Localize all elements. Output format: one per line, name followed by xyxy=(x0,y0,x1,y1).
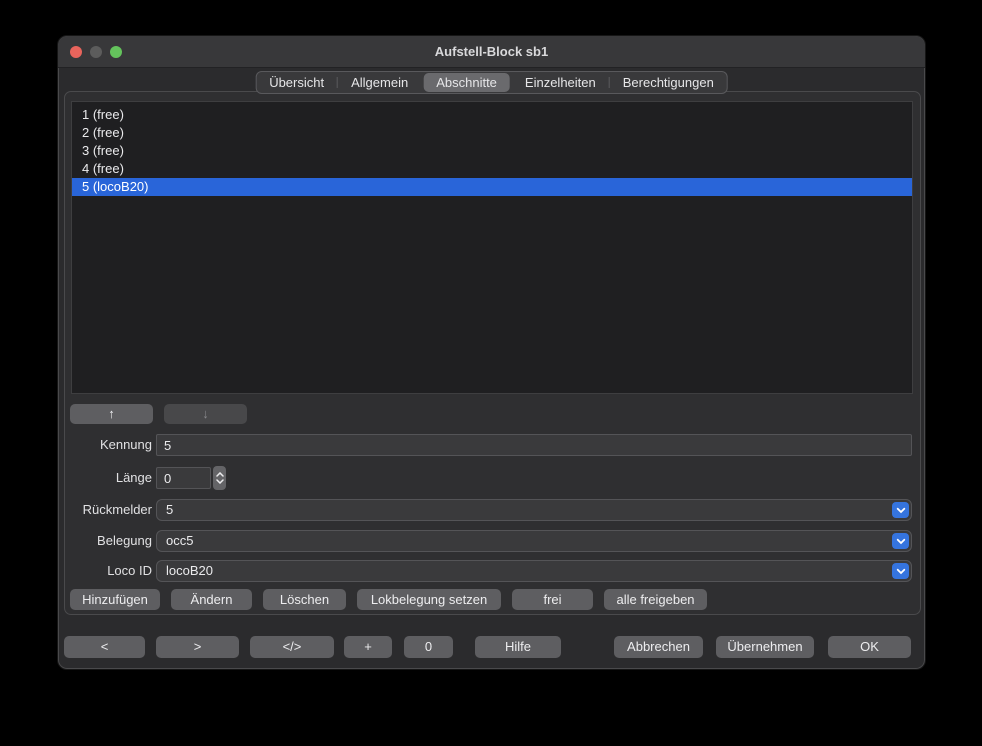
next-button[interactable]: > xyxy=(156,636,239,658)
chevron-down-icon xyxy=(896,538,906,545)
chevron-up-icon xyxy=(216,472,224,477)
code-view-button[interactable]: </> xyxy=(250,636,334,658)
abbrechen-button[interactable]: Abbrechen xyxy=(614,636,703,658)
title-bar[interactable]: Aufstell-Block sb1 xyxy=(58,36,925,68)
dialog-window: Aufstell-Block sb1 Übersicht Allgemein A… xyxy=(57,35,926,670)
rueckmelder-combobox[interactable]: 5 xyxy=(156,499,912,521)
tab-uebersicht[interactable]: Übersicht xyxy=(256,72,337,93)
belegung-label: Belegung xyxy=(68,530,152,552)
chevron-down-icon xyxy=(896,568,906,575)
hinzufuegen-button[interactable]: Hinzufügen xyxy=(70,589,160,610)
kennung-label: Kennung xyxy=(68,434,152,456)
tab-einzelheiten[interactable]: Einzelheiten xyxy=(512,72,609,93)
zero-button[interactable]: 0 xyxy=(404,636,453,658)
chevron-down-icon xyxy=(216,479,224,484)
dropdown-button[interactable] xyxy=(892,563,909,579)
loco-id-combobox[interactable]: locoB20 xyxy=(156,560,912,582)
hilfe-button[interactable]: Hilfe xyxy=(475,636,561,658)
chevron-down-icon xyxy=(896,507,906,514)
loco-id-value: locoB20 xyxy=(166,561,213,581)
move-down-button[interactable]: ↓ xyxy=(164,404,247,424)
laenge-label: Länge xyxy=(68,467,152,489)
list-item[interactable]: 4 (free) xyxy=(72,160,912,178)
move-up-button[interactable]: ↑ xyxy=(70,404,153,424)
loeschen-button[interactable]: Löschen xyxy=(263,589,346,610)
frei-button[interactable]: frei xyxy=(512,589,593,610)
window-title: Aufstell-Block sb1 xyxy=(58,36,925,68)
tab-bar: Übersicht Allgemein Abschnitte Einzelhei… xyxy=(255,71,728,94)
list-item[interactable]: 1 (free) xyxy=(72,106,912,124)
alle-freigeben-button[interactable]: alle freigeben xyxy=(604,589,707,610)
lokbelegung-setzen-button[interactable]: Lokbelegung setzen xyxy=(357,589,501,610)
section-list[interactable]: 1 (free) 2 (free) 3 (free) 4 (free) 5 (l… xyxy=(71,101,913,394)
dropdown-button[interactable] xyxy=(892,502,909,518)
aendern-button[interactable]: Ändern xyxy=(171,589,252,610)
laenge-stepper[interactable] xyxy=(213,466,226,490)
tab-divider xyxy=(421,77,422,88)
list-item[interactable]: 2 (free) xyxy=(72,124,912,142)
laenge-input[interactable] xyxy=(156,467,211,489)
prev-button[interactable]: < xyxy=(64,636,145,658)
list-item-selected[interactable]: 5 (locoB20) xyxy=(72,178,912,196)
loco-id-label: Loco ID xyxy=(68,560,152,582)
ok-button[interactable]: OK xyxy=(828,636,911,658)
dropdown-button[interactable] xyxy=(892,533,909,549)
kennung-input[interactable] xyxy=(156,434,912,456)
tab-berechtigungen[interactable]: Berechtigungen xyxy=(610,72,727,93)
rueckmelder-value: 5 xyxy=(166,500,173,520)
list-item[interactable]: 3 (free) xyxy=(72,142,912,160)
uebernehmen-button[interactable]: Übernehmen xyxy=(716,636,814,658)
tab-allgemein[interactable]: Allgemein xyxy=(338,72,421,93)
belegung-value: occ5 xyxy=(166,531,193,551)
tab-abschnitte[interactable]: Abschnitte xyxy=(423,73,510,92)
belegung-combobox[interactable]: occ5 xyxy=(156,530,912,552)
plus-button[interactable]: + xyxy=(344,636,392,658)
rueckmelder-label: Rückmelder xyxy=(68,499,152,521)
